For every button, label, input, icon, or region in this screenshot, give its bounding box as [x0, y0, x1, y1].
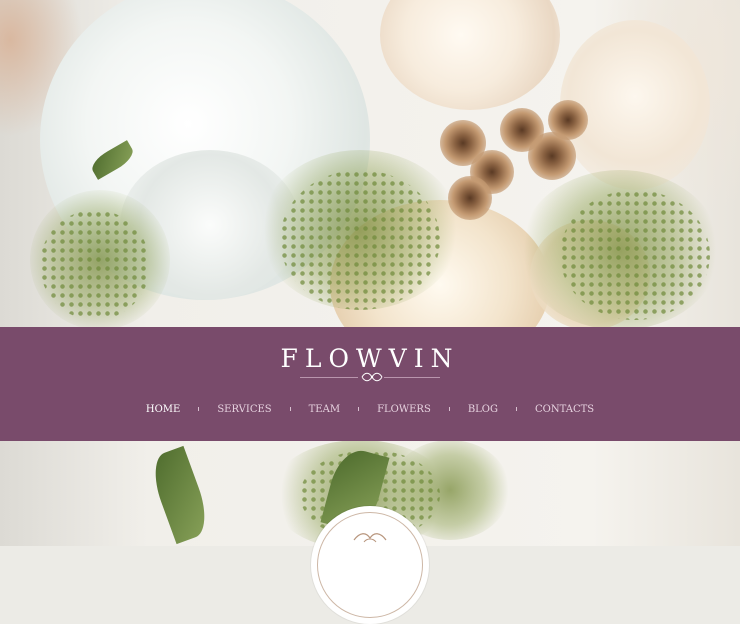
logo-divider-right [384, 377, 440, 378]
nav-separator [358, 407, 360, 411]
nav-item-services[interactable]: SERVICES [217, 404, 271, 415]
header-band: FLOWVIN HOME SERVICES TEAM FLOWERS BLOG … [0, 327, 740, 441]
scabiosa-pod [548, 100, 588, 140]
nav-separator [289, 407, 291, 411]
eucalyptus-seeds [280, 170, 440, 310]
rose-flower [380, 0, 560, 110]
hero-bouquet-image [0, 0, 740, 546]
site-logo[interactable]: FLOWVIN [0, 344, 740, 373]
nav-item-team[interactable]: TEAM [309, 404, 340, 415]
main-navigation: HOME SERVICES TEAM FLOWERS BLOG CONTACTS [0, 401, 740, 417]
emblem-badge [311, 506, 429, 624]
rose-flower [560, 20, 710, 190]
eucalyptus-seeds [40, 210, 150, 320]
nav-item-contacts[interactable]: CONTACTS [535, 404, 594, 415]
flourish-icon [361, 372, 383, 382]
eucalyptus-seeds [560, 190, 710, 320]
logo-divider-left [300, 377, 358, 378]
nav-item-home[interactable]: HOME [146, 404, 180, 415]
nav-separator [516, 407, 517, 411]
leaf [145, 445, 215, 545]
nav-item-blog[interactable]: BLOG [468, 404, 498, 415]
emblem-ring [317, 512, 423, 618]
nav-item-flowers[interactable]: FLOWERS [377, 404, 431, 415]
nav-separator [198, 407, 200, 411]
nav-separator [448, 407, 450, 411]
ornament-icon [353, 533, 387, 543]
